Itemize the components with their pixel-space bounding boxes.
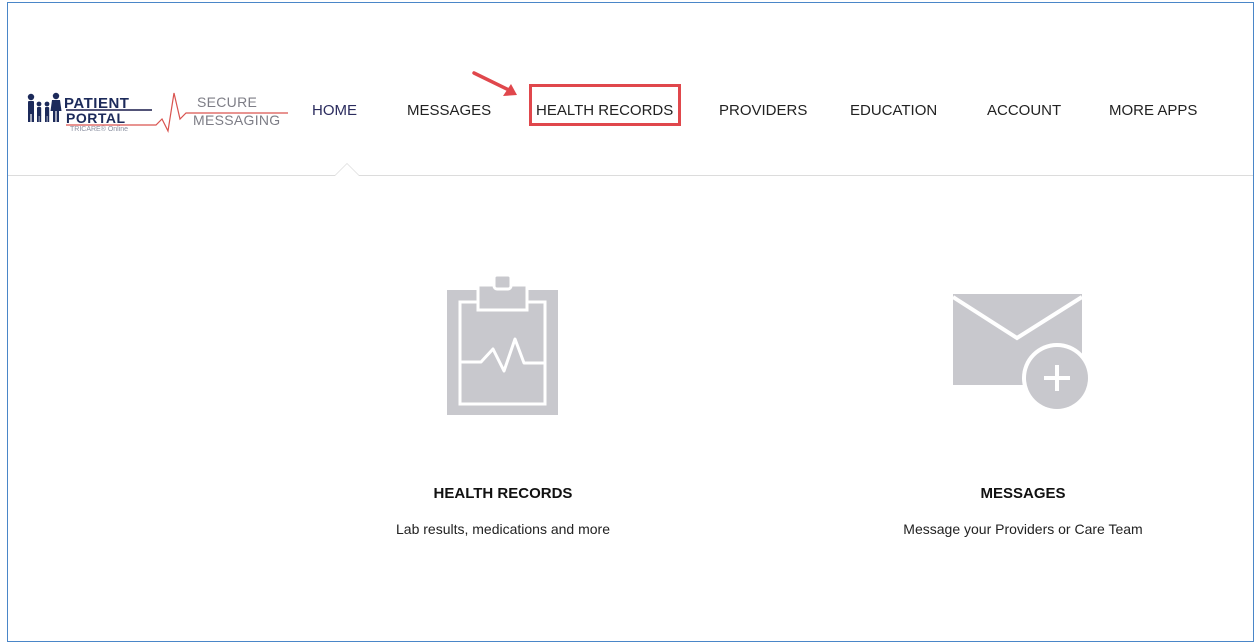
- messages-card-subtitle: Message your Providers or Care Team: [903, 521, 1143, 537]
- nav-more-apps[interactable]: MORE APPS: [1109, 102, 1197, 119]
- annotation-arrow-icon: [472, 71, 517, 96]
- envelope-plus-icon[interactable]: [953, 294, 1093, 410]
- messages-card-title[interactable]: MESSAGES: [916, 485, 1130, 502]
- annotation-highlight-box: [529, 84, 681, 126]
- browser-frame: PATIENT PORTAL TRICARE® Online SECURE ME…: [7, 2, 1254, 642]
- patient-portal-logo[interactable]: PATIENT PORTAL TRICARE® Online SECURE ME…: [26, 89, 288, 145]
- nav-education[interactable]: EDUCATION: [850, 102, 937, 119]
- nav-home[interactable]: HOME: [312, 102, 357, 119]
- logo-secure-text: SECURE: [197, 94, 258, 110]
- clipboard-ecg-icon[interactable]: [447, 275, 559, 417]
- nav-messages[interactable]: MESSAGES: [407, 102, 491, 119]
- nav-providers[interactable]: PROVIDERS: [719, 102, 807, 119]
- nav-account[interactable]: ACCOUNT: [987, 102, 1061, 119]
- logo-messaging-text: MESSAGING: [193, 112, 281, 128]
- health-records-card-title[interactable]: HEALTH RECORDS: [396, 485, 610, 502]
- health-records-card-subtitle: Lab results, medications and more: [396, 521, 610, 537]
